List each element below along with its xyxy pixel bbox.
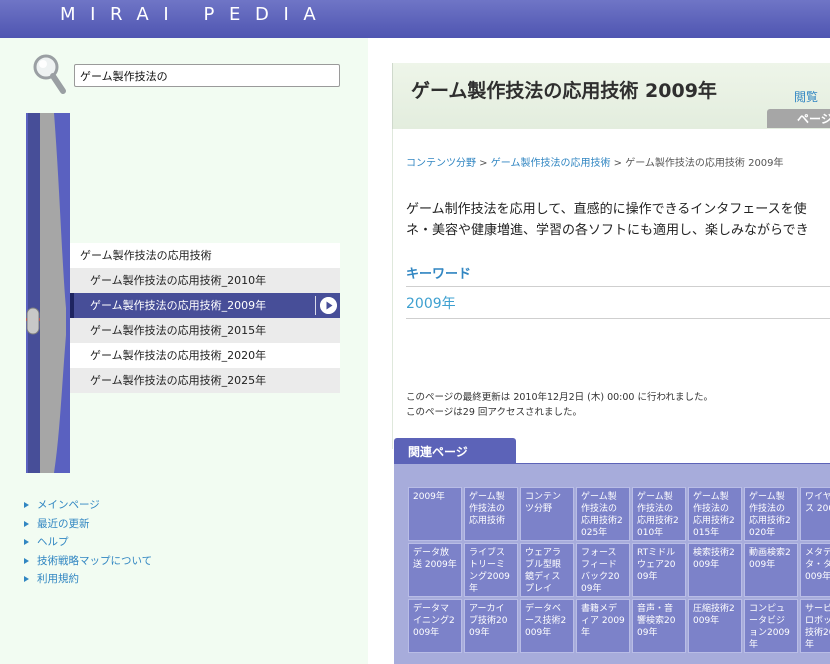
page-title: ゲーム製作技法の応用技術 2009年 — [411, 80, 717, 102]
related-pages-grid: 2009年 ゲーム製作技法の応用技術 コンテンツ分野 ゲーム製作技法の応用技術2025… — [408, 487, 830, 653]
search-input[interactable] — [74, 64, 340, 87]
tree-item-label: ゲーム製作技法の応用技術_2010年 — [90, 274, 267, 287]
related-page-link[interactable]: ウェアラブル型眼鏡ディスプレイ — [520, 543, 574, 597]
related-page-link[interactable]: メタデータ・タグ2009年 — [800, 543, 830, 597]
nav-item-label: 利用規約 — [37, 573, 79, 585]
divider — [406, 286, 830, 287]
related-page-link[interactable]: ゲーム製作技法の応用技術 — [464, 487, 518, 541]
description: ゲーム制作技法を応用して、直感的に操作できるインタフェースを使 ネ・美容や健康増… — [406, 199, 809, 241]
description-line: ゲーム制作技法を応用して、直感的に操作できるインタフェースを使 — [406, 202, 807, 217]
related-page-link[interactable]: コンピュータビジョン2009年 — [744, 599, 798, 653]
title-bar: ゲーム製作技法の応用技術 2009年 閲覧 ページ — [392, 63, 830, 129]
site-header: MIRAI PEDIA — [0, 0, 830, 38]
nav-item-help[interactable]: ヘルプ — [24, 533, 152, 552]
related-page-link[interactable]: フォースフィードバック2009年 — [576, 543, 630, 597]
triangle-right-icon — [24, 576, 29, 582]
triangle-right-icon — [24, 557, 29, 564]
tree-item-label: ゲーム製作技法の応用技術_2015年 — [90, 324, 267, 337]
nav-item-label: 最近の更新 — [37, 517, 90, 530]
tab-page[interactable]: ページ — [767, 109, 830, 128]
breadcrumb-link-game-tech[interactable]: ゲーム製作技法の応用技術 — [491, 158, 611, 169]
related-page-link[interactable]: 音声・音響検索2009年 — [632, 599, 686, 653]
nav-item-terms[interactable]: 利用規約 — [24, 570, 152, 589]
related-page-link[interactable]: ゲーム製作技法の応用技術2015年 — [688, 487, 742, 541]
search-icon[interactable] — [30, 52, 70, 96]
related-page-link[interactable]: データマイニング2009年 — [408, 599, 462, 653]
breadcrumb-current: ゲーム製作技法の応用技術 2009年 — [625, 158, 784, 169]
triangle-right-icon — [24, 520, 29, 527]
related-pages-panel: 2009年 ゲーム製作技法の応用技術 コンテンツ分野 ゲーム製作技法の応用技術2025… — [394, 463, 830, 664]
description-line: ネ・美容や健康増進、学習の各ソフトにも適用し、楽しみながらでき — [406, 223, 809, 238]
selected-marker — [70, 293, 74, 318]
related-page-link[interactable]: データベース技術2009年 — [520, 599, 574, 653]
timeline-slider[interactable] — [26, 113, 70, 473]
related-page-link[interactable]: ライブストリーミング2009年 — [464, 543, 518, 597]
related-page-link[interactable]: 検索技術2009年 — [688, 543, 742, 597]
keyword-link[interactable]: 2009年 — [406, 293, 456, 313]
article-body: コンテンツ分野 > ゲーム製作技法の応用技術 > ゲーム製作技法の応用技術 20… — [392, 129, 830, 449]
content-area: ゲーム製作技法の応用技術 2009年 閲覧 ページ コンテンツ分野 > ゲーム製… — [392, 63, 830, 664]
tree-item-2009[interactable]: ゲーム製作技法の応用技術_2009年 — [70, 293, 340, 318]
nav-item-recent-changes[interactable]: 最近の更新 — [24, 515, 152, 534]
related-page-link[interactable]: サービスロボット技術2009年 — [800, 599, 830, 653]
related-page-link[interactable]: ゲーム製作技法の応用技術2025年 — [576, 487, 630, 541]
nav-item-label: 技術戦略マップについて — [37, 554, 153, 567]
related-page-link[interactable]: 動画検索2009年 — [744, 543, 798, 597]
breadcrumb-link-content-field[interactable]: コンテンツ分野 — [406, 158, 476, 169]
related-page-link[interactable]: ゲーム製作技法の応用技術2010年 — [632, 487, 686, 541]
breadcrumb-separator: > — [610, 158, 626, 169]
divider — [315, 296, 316, 315]
nav-item-label: ヘルプ — [37, 536, 69, 548]
tree-item-2015[interactable]: ゲーム製作技法の応用技術_2015年 — [70, 318, 340, 343]
tree-item-label: ゲーム製作技法の応用技術_2020年 — [90, 349, 267, 362]
left-panel: ゲーム製作技法の応用技術 ゲーム製作技法の応用技術_2010年 ゲーム製作技法の… — [0, 38, 368, 664]
breadcrumb-separator: > — [476, 158, 491, 169]
related-page-link[interactable]: RTミドルウェア2009年 — [632, 543, 686, 597]
triangle-right-icon — [24, 502, 29, 508]
tree-item-2025[interactable]: ゲーム製作技法の応用技術_2025年 — [70, 368, 340, 393]
divider — [406, 318, 830, 319]
access-count-text: このページは29 回アクセスされました。 — [406, 407, 582, 418]
related-pages-tab[interactable]: 関連ページ — [394, 438, 516, 464]
tree-item-2010[interactable]: ゲーム製作技法の応用技術_2010年 — [70, 268, 340, 293]
site-logo[interactable]: MIRAI PEDIA — [60, 4, 330, 25]
related-page-link[interactable]: コンテンツ分野 — [520, 487, 574, 541]
related-page-link[interactable]: データ放送 2009年 — [408, 543, 462, 597]
related-page-link[interactable]: 圧縮技術2009年 — [688, 599, 742, 653]
keyword-heading: キーワード — [406, 267, 472, 282]
related-page-link[interactable]: 書籍メディア 2009年 — [576, 599, 630, 653]
tree-list: ゲーム製作技法の応用技術 ゲーム製作技法の応用技術_2010年 ゲーム製作技法の… — [70, 243, 340, 393]
page-footer-info: このページの最終更新は 2010年12月2日 (木) 00:00 に行われました… — [406, 390, 713, 420]
related-page-link[interactable]: ワイヤレス 2009年 — [800, 487, 830, 541]
tree-item-label: ゲーム製作技法の応用技術_2025年 — [90, 374, 267, 387]
nav-item-label: メインページ — [37, 499, 100, 511]
play-icon[interactable] — [320, 297, 337, 314]
view-link[interactable]: 閲覧 — [794, 88, 818, 105]
last-modified-text: このページの最終更新は 2010年12月2日 (木) 00:00 に行われました… — [406, 392, 714, 403]
nav-item-main-page[interactable]: メインページ — [24, 496, 152, 515]
related-page-link[interactable]: 2009年 — [408, 487, 462, 541]
related-page-link[interactable]: アーカイブ技術2009年 — [464, 599, 518, 653]
related-page-link[interactable]: ゲーム製作技法の応用技術2020年 — [744, 487, 798, 541]
nav-menu: メインページ 最近の更新 ヘルプ 技術戦略マップについて 利用規約 — [24, 496, 152, 589]
tree-item-2020[interactable]: ゲーム製作技法の応用技術_2020年 — [70, 343, 340, 368]
nav-item-about-map[interactable]: 技術戦略マップについて — [24, 552, 152, 571]
tree-parent-item[interactable]: ゲーム製作技法の応用技術 — [70, 243, 340, 268]
tree-item-label: ゲーム製作技法の応用技術_2009年 — [90, 299, 267, 312]
breadcrumb: コンテンツ分野 > ゲーム製作技法の応用技術 > ゲーム製作技法の応用技術 20… — [406, 154, 784, 169]
triangle-right-icon — [24, 539, 29, 545]
